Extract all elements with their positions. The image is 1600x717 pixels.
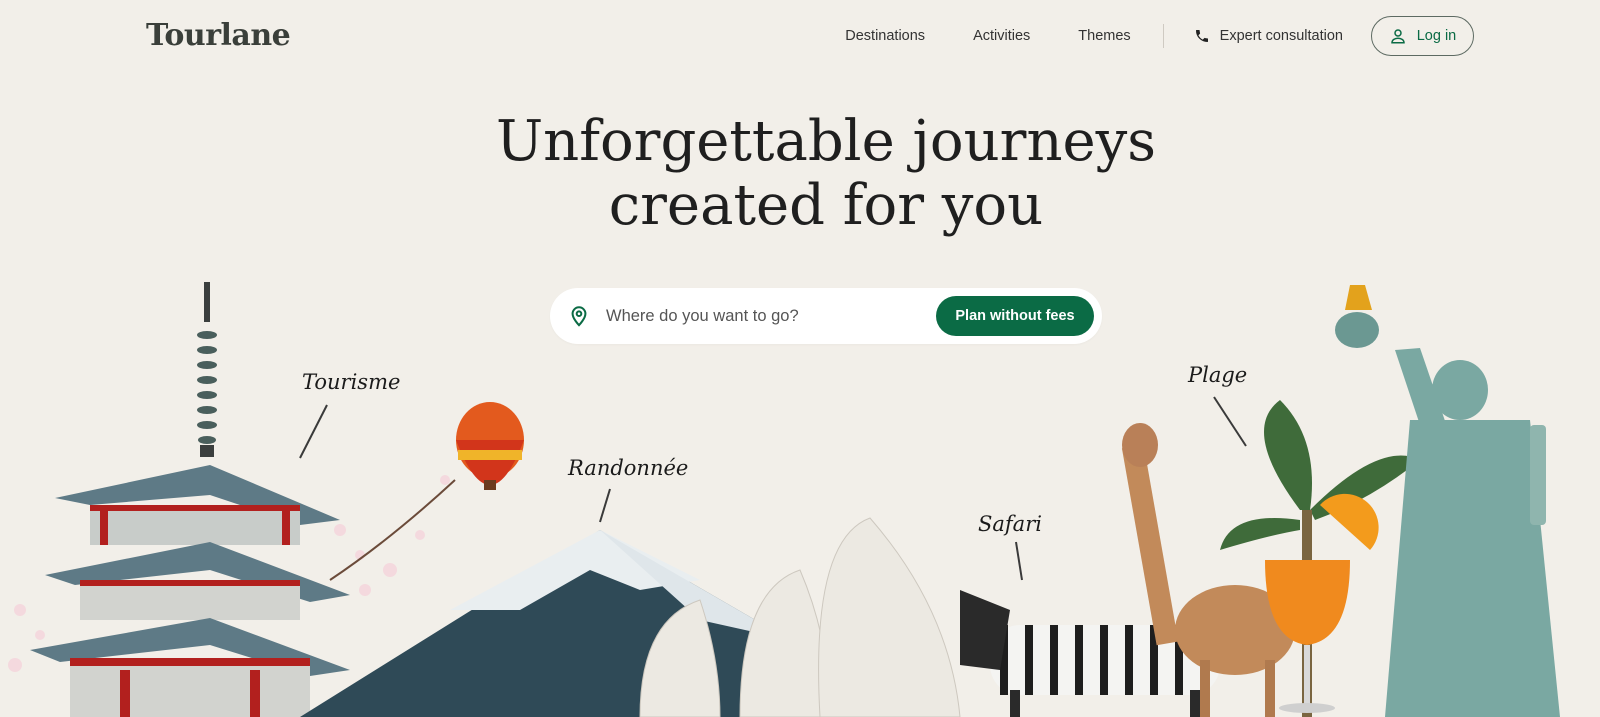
collage-artwork <box>8 282 1560 717</box>
login-label: Log in <box>1416 28 1457 44</box>
hero-title: Unforgettable journeys created for you <box>0 110 1600 238</box>
annotation-tourisme: Tourisme <box>302 370 401 394</box>
opera-house-illustration <box>639 517 961 717</box>
hero-title-line-2: created for you <box>608 173 1044 238</box>
annotation-randonnee: Randonnée <box>568 456 689 480</box>
travel-collage-illustration: Tourisme Randonnée Safari Plage <box>0 280 1600 717</box>
pagoda-illustration <box>30 282 350 717</box>
user-icon <box>1390 29 1405 44</box>
site-header: Tourlane Destinations Activities Themes … <box>0 0 1600 72</box>
statue-of-liberty-illustration <box>1335 285 1560 717</box>
annotation-plage: Plage <box>1188 363 1248 387</box>
zebra-illustration <box>960 590 1220 717</box>
tourlane-logo[interactable]: Tourlane <box>146 18 291 53</box>
nav-divider <box>1162 24 1164 48</box>
login-button[interactable]: Log in <box>1371 16 1474 56</box>
nav-activities[interactable]: Activities <box>973 28 1030 44</box>
annotation-pointer-lines <box>299 396 1247 581</box>
main-nav: Destinations Activities Themes Expert co… <box>845 16 1474 56</box>
hot-air-balloon-illustration <box>456 402 524 490</box>
nav-destinations[interactable]: Destinations <box>845 28 925 44</box>
hero-title-line-1: Unforgettable journeys <box>495 109 1157 174</box>
annotation-safari: Safari <box>978 512 1042 536</box>
nav-themes[interactable]: Themes <box>1078 28 1130 44</box>
expert-consultation-label: Expert consultation <box>1219 28 1343 44</box>
phone-icon <box>1195 30 1208 42</box>
expert-consultation-link[interactable]: Expert consultation <box>1194 28 1343 44</box>
